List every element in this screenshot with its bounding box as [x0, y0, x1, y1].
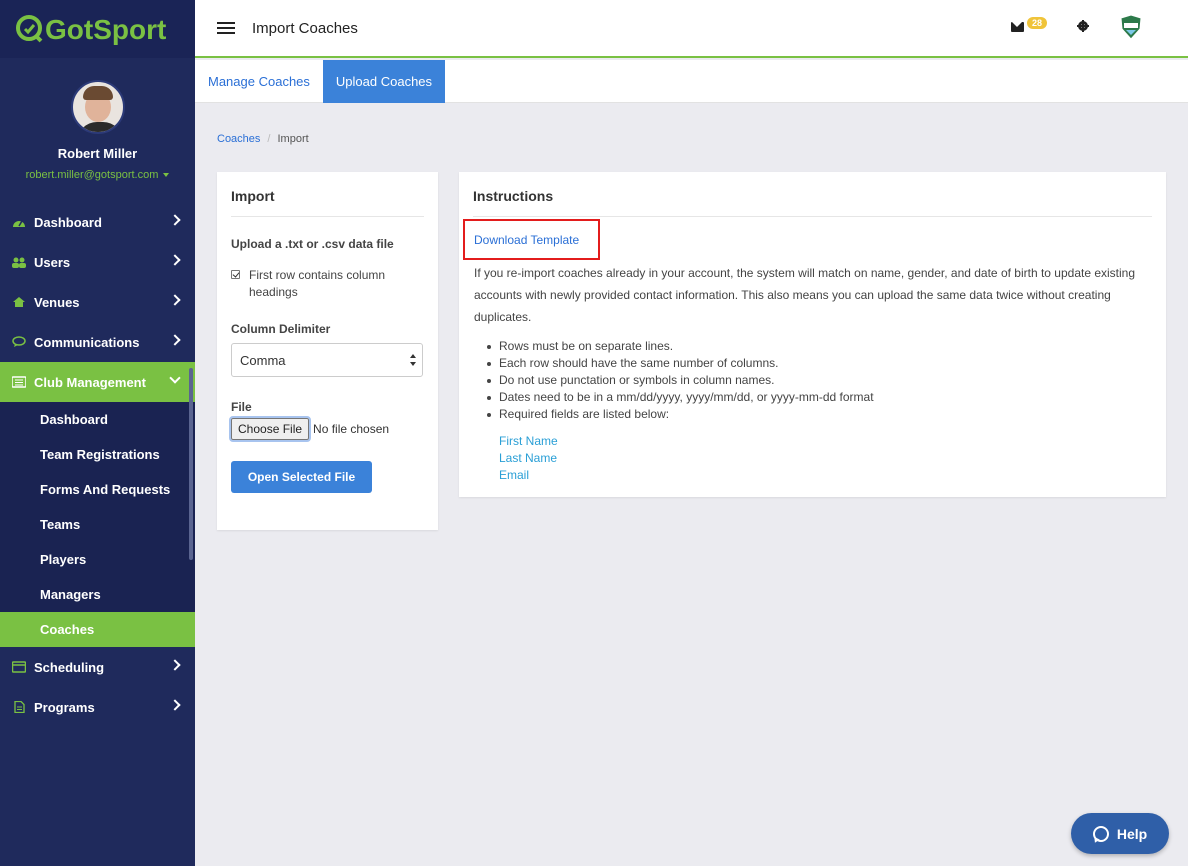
sidebar-item-label: Club Management — [34, 374, 146, 390]
file-input[interactable]: Choose File No file chosen — [228, 416, 390, 442]
club-logo-icon[interactable] — [1118, 15, 1144, 39]
list-item: Do not use punctation or symbols in colu… — [487, 372, 874, 389]
gear-icon[interactable] — [1077, 20, 1089, 32]
gotsport-logo[interactable]: GotSport — [0, 0, 195, 58]
calendar-icon — [12, 661, 26, 673]
sidebar-item-label: Communications — [34, 334, 140, 350]
sidebar-nav: Dashboard Users Venues Communications Cl… — [0, 202, 195, 727]
dashboard-icon — [13, 220, 25, 227]
instructions-description: If you re-import coaches already in your… — [474, 266, 1136, 324]
sidebar-item-label: Users — [34, 254, 71, 270]
chevron-right-icon — [169, 214, 181, 226]
chevron-right-icon — [169, 334, 181, 346]
sidebar-subitem-managers[interactable]: Managers — [0, 577, 195, 612]
sidebar-item-programs[interactable]: Programs — [0, 687, 195, 727]
select-arrows-icon — [410, 354, 416, 366]
tab-bar: Manage Coaches Upload Coaches — [195, 60, 1188, 103]
sidebar-item-scheduling[interactable]: Scheduling — [0, 647, 195, 687]
breadcrumb-separator: / — [267, 133, 271, 145]
sidebar-item-label: Programs — [34, 699, 95, 715]
sidebar-subitem-dashboard[interactable]: Dashboard — [0, 402, 195, 437]
import-title: Import — [231, 188, 275, 204]
divider — [473, 216, 1152, 217]
chevron-right-icon — [169, 254, 181, 266]
sidebar-subitem-forms-and-requests[interactable]: Forms And Requests — [0, 472, 195, 507]
required-field-first-name[interactable]: First Name — [499, 433, 558, 450]
breadcrumb-current: Import — [277, 133, 309, 145]
instructions-card: Instructions Download Template If you re… — [459, 172, 1166, 497]
profile-name: Robert Miller — [57, 146, 138, 161]
required-fields-list: First Name Last Name Email — [499, 433, 558, 484]
document-icon — [14, 701, 25, 713]
instructions-title: Instructions — [473, 188, 554, 204]
required-field-last-name[interactable]: Last Name — [499, 450, 558, 467]
sidebar-subitem-team-registrations[interactable]: Team Registrations — [0, 437, 195, 472]
chat-bubble-icon — [1092, 825, 1109, 842]
mail-count-badge[interactable]: 28 — [1027, 17, 1048, 29]
column-delimiter-select[interactable]: Comma — [231, 343, 423, 377]
sidebar-item-venues[interactable]: Venues — [0, 282, 195, 322]
upload-label: Upload a .txt or .csv data file — [231, 237, 394, 251]
import-card: Import Upload a .txt or .csv data file F… — [217, 172, 438, 530]
sidebar-item-dashboard[interactable]: Dashboard — [0, 202, 195, 242]
list-item: Required fields are listed below: — [487, 406, 874, 423]
users-icon — [12, 257, 26, 268]
download-template-link[interactable]: Download Template — [463, 219, 600, 260]
no-file-chosen-text: No file chosen — [313, 422, 390, 436]
breadcrumb-coaches-link[interactable]: Coaches — [217, 133, 260, 145]
list-item: Rows must be on separate lines. — [487, 338, 874, 355]
column-delimiter-label: Column Delimiter — [231, 322, 331, 336]
sidebar-subitem-coaches[interactable]: Coaches — [0, 612, 195, 647]
hamburger-menu-icon[interactable] — [217, 22, 235, 34]
chevron-right-icon — [169, 659, 181, 671]
column-delimiter-value: Comma — [240, 352, 286, 368]
sidebar-item-label: Scheduling — [34, 659, 105, 675]
sidebar: GotSport Robert Miller robert.miller@got… — [0, 0, 195, 866]
chevron-down-icon — [169, 372, 181, 384]
help-button[interactable]: Help — [1071, 813, 1169, 854]
profile-email-dropdown[interactable]: robert.miller@gotsport.com — [0, 169, 195, 181]
sidebar-item-users[interactable]: Users — [0, 242, 195, 282]
page-title: Import Coaches — [252, 19, 358, 37]
first-row-headings-checkbox-row[interactable]: First row contains column headings — [231, 267, 409, 301]
sidebar-item-communications[interactable]: Communications — [0, 322, 195, 362]
chevron-right-icon — [169, 699, 181, 711]
list-icon — [12, 376, 26, 388]
sidebar-subitem-teams[interactable]: Teams — [0, 507, 195, 542]
breadcrumb: Coaches / Import — [217, 133, 309, 145]
divider — [231, 216, 424, 217]
svg-text:GotSport: GotSport — [45, 14, 166, 45]
sidebar-scrollbar[interactable] — [189, 368, 193, 560]
avatar[interactable] — [70, 80, 125, 134]
tab-upload-coaches[interactable]: Upload Coaches — [322, 60, 446, 103]
home-icon — [13, 297, 25, 307]
sidebar-item-label: Dashboard — [34, 214, 102, 230]
first-row-headings-label[interactable]: First row contains column headings — [249, 267, 409, 301]
caret-down-icon — [163, 173, 170, 178]
list-item: Dates need to be in a mm/dd/yyyy, yyyy/m… — [487, 390, 874, 404]
profile-email: robert.miller@gotsport.com — [25, 169, 159, 181]
required-field-email[interactable]: Email — [499, 467, 558, 484]
rules-list: Rows must be on separate lines. Each row… — [487, 338, 874, 423]
tab-manage-coaches[interactable]: Manage Coaches — [195, 60, 323, 103]
list-item: Each row should have the same number of … — [487, 355, 874, 372]
choose-file-button[interactable]: Choose File — [228, 416, 312, 442]
mail-icon[interactable] — [1011, 22, 1024, 32]
file-label: File — [231, 400, 252, 414]
sidebar-subitem-players[interactable]: Players — [0, 542, 195, 577]
help-label: Help — [1116, 825, 1148, 842]
open-selected-file-button[interactable]: Open Selected File — [231, 461, 372, 493]
sidebar-item-label: Venues — [34, 294, 80, 310]
chat-icon — [12, 336, 26, 347]
sidebar-item-club-management[interactable]: Club Management — [0, 362, 195, 402]
top-bar: Import Coaches 28 — [195, 0, 1188, 58]
first-row-headings-checkbox[interactable] — [231, 270, 240, 279]
chevron-right-icon — [169, 294, 181, 306]
